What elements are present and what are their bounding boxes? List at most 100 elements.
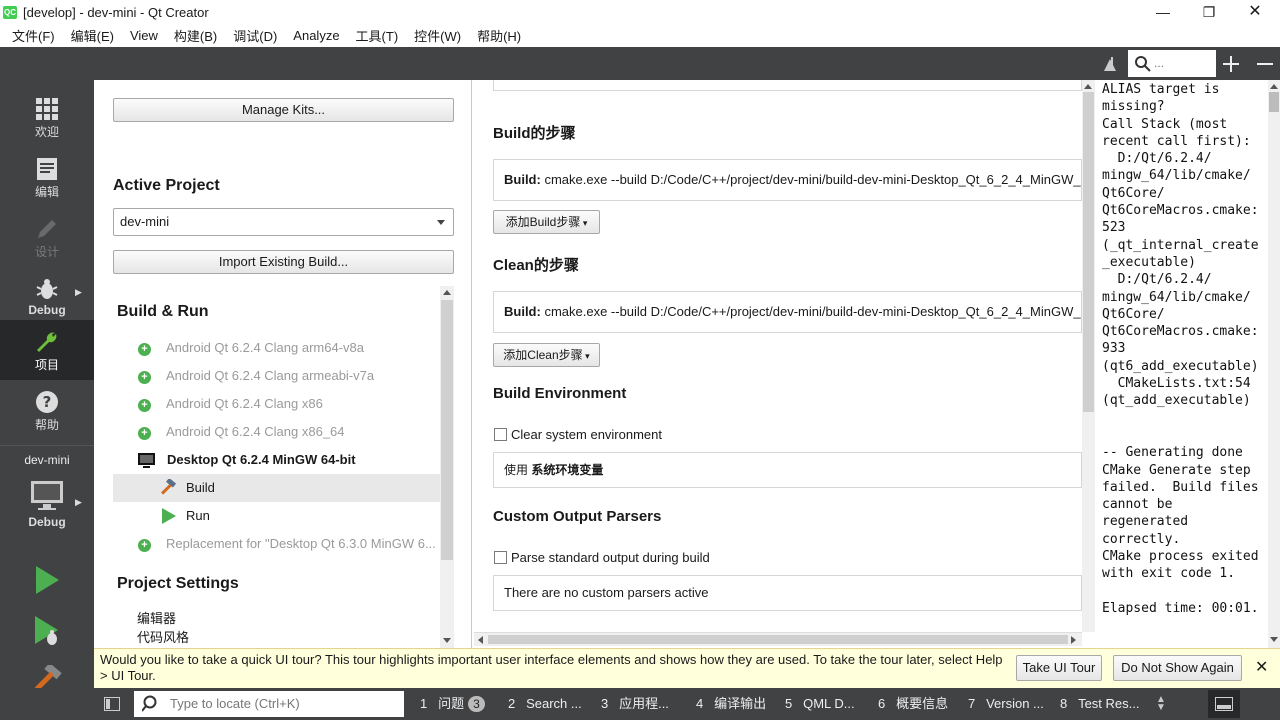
maximize-button[interactable]: ❐ — [1186, 0, 1232, 24]
main-vertical-scrollbar[interactable] — [1082, 80, 1095, 632]
add-clean-step-button[interactable]: 添加Clean步骤 ▾ — [493, 343, 600, 367]
kit-item[interactable]: + Replacement for "Desktop Qt 6.3.0 MinGW… — [135, 530, 436, 558]
output-tab-qml-debugger[interactable]: 5 QML D... — [785, 688, 855, 720]
scroll-up-icon[interactable] — [1270, 84, 1278, 89]
minimize-button[interactable]: — — [1140, 0, 1186, 24]
menu-analyze[interactable]: Analyze — [285, 28, 347, 43]
close-infobar-icon[interactable]: ✕ — [1255, 657, 1268, 677]
output-tab-compile[interactable]: 4 编译输出 — [696, 688, 766, 720]
menu-file[interactable]: 文件(F) — [4, 26, 63, 45]
divider — [0, 445, 94, 446]
settings-item-code-style[interactable]: 代码风格 — [137, 627, 189, 646]
toggle-output-pane-button[interactable] — [1208, 690, 1240, 718]
kit-item[interactable]: + Android Qt 6.2.4 Clang arm64-v8a — [135, 334, 364, 362]
menu-view[interactable]: View — [122, 28, 166, 43]
pencil-icon — [38, 220, 56, 238]
build-steps-title: Build的步骤 — [493, 125, 576, 142]
output-tab-application[interactable]: 3 应用程... — [601, 688, 669, 720]
compile-output-text: ALIAS target is missing? Call Stack (mos… — [1096, 80, 1268, 632]
run-button[interactable] — [0, 559, 94, 605]
manage-kits-button[interactable]: Manage Kits... — [113, 98, 454, 122]
project-combo-value: dev-mini — [120, 214, 170, 229]
mode-label: 编辑 — [34, 185, 59, 199]
plus-icon[interactable] — [1222, 55, 1240, 73]
close-window-button[interactable]: ✕ — [1232, 0, 1278, 24]
output-tab-issues[interactable]: 1 问题 3 — [420, 688, 485, 720]
search-icon — [1135, 56, 1151, 72]
kit-selector-button[interactable]: Debug ▶ — [0, 475, 94, 547]
hammer-icon — [161, 479, 177, 495]
mode-welcome[interactable]: 欢迎 — [0, 87, 94, 147]
do-not-show-again-button[interactable]: Do Not Show Again — [1113, 655, 1242, 681]
debug-run-icon — [35, 616, 58, 645]
help-icon: ? — [36, 391, 58, 413]
run-settings-item[interactable]: Run — [113, 502, 440, 530]
scroll-right-icon[interactable] — [1071, 636, 1076, 644]
environment-summary[interactable]: 使用 系统环境变量 — [493, 452, 1082, 488]
scroll-down-icon[interactable] — [443, 638, 451, 643]
menu-edit[interactable]: 编辑(E) — [63, 26, 122, 45]
debug-run-button[interactable] — [0, 609, 94, 655]
menu-build[interactable]: 构建(B) — [166, 26, 225, 45]
kit-item[interactable]: + Android Qt 6.2.4 Clang armeabi-v7a — [135, 362, 374, 390]
output-scrollbar[interactable] — [1268, 80, 1280, 648]
scroll-down-icon[interactable] — [1270, 637, 1278, 642]
output-tab-search[interactable]: 2 Search ... — [508, 688, 582, 720]
mode-design[interactable]: 设计 — [0, 207, 94, 267]
add-build-step-button[interactable]: 添加Build步骤 ▾ — [493, 210, 600, 234]
scroll-up-icon[interactable] — [443, 290, 451, 295]
mode-help[interactable]: ? 帮助 — [0, 380, 94, 440]
scroll-left-icon[interactable] — [478, 636, 483, 644]
more-tabs-icon[interactable]: ▲ ▼ — [1156, 695, 1166, 713]
svg-text:?: ? — [43, 393, 52, 411]
chevron-down-icon: ▾ — [580, 218, 588, 228]
scroll-up-icon[interactable] — [1084, 84, 1092, 89]
run-icon — [162, 508, 176, 524]
menu-tools[interactable]: 工具(T) — [348, 26, 407, 45]
menu-widgets[interactable]: 控件(W) — [406, 26, 469, 45]
parse-stdout-label: Parse standard output during build — [511, 550, 710, 565]
title-bar: QC [develop] - dev-mini - Qt Creator — ❐… — [0, 0, 1280, 24]
main-horizontal-scrollbar[interactable] — [474, 632, 1082, 646]
kit-item[interactable]: + Android Qt 6.2.4 Clang x86_64 — [135, 418, 345, 446]
clear-env-checkbox[interactable] — [494, 428, 507, 441]
output-tab-test-results[interactable]: 8 Test Res... — [1060, 688, 1140, 720]
scroll-thumb[interactable] — [488, 635, 1068, 644]
left-scrollbar[interactable] — [440, 286, 454, 648]
mode-label: 欢迎 — [34, 125, 59, 139]
build-settings-item[interactable]: Build — [113, 474, 440, 502]
add-kit-icon: + — [135, 423, 151, 440]
add-kit-icon: + — [135, 535, 151, 552]
projects-panel: Manage Kits... Active Project dev-mini I… — [94, 80, 472, 648]
mode-projects[interactable]: 项目 — [0, 320, 94, 380]
clean-step-summary[interactable]: Build: cmake.exe --build D:/Code/C++/pro… — [493, 291, 1082, 333]
output-tab-version-control[interactable]: 7 Version ... — [968, 688, 1044, 720]
document-icon — [37, 158, 57, 180]
take-ui-tour-button[interactable]: Take UI Tour — [1016, 655, 1102, 681]
locator-input[interactable]: Type to locate (Ctrl+K) — [134, 691, 404, 717]
scroll-thumb[interactable] — [1269, 92, 1279, 112]
scroll-thumb[interactable] — [1083, 92, 1094, 412]
wrench-icon — [37, 332, 57, 352]
kit-build-mode: Debug — [28, 515, 66, 529]
mode-debug[interactable]: Debug ▶ — [0, 267, 94, 327]
scroll-thumb[interactable] — [441, 300, 453, 560]
clear-output-icon[interactable] — [1102, 55, 1122, 73]
output-filter-input[interactable]: ... — [1128, 50, 1216, 77]
menu-help[interactable]: 帮助(H) — [469, 26, 529, 45]
mode-edit[interactable]: 编辑 — [0, 147, 94, 207]
parse-stdout-checkbox[interactable] — [494, 551, 507, 564]
build-step-summary[interactable]: Build: cmake.exe --build D:/Code/C++/pro… — [493, 159, 1082, 201]
active-kit-item[interactable]: Desktop Qt 6.2.4 MinGW 64-bit — [138, 446, 356, 474]
output-tab-general-messages[interactable]: 6 概要信息 — [878, 688, 948, 720]
settings-item-editor[interactable]: 编辑器 — [137, 608, 176, 627]
grid-icon — [36, 98, 58, 120]
toggle-sidebar-icon[interactable] — [104, 697, 120, 711]
minus-icon[interactable] — [1256, 55, 1274, 73]
kit-item[interactable]: + Android Qt 6.2.4 Clang x86 — [135, 390, 323, 418]
add-kit-icon: + — [135, 367, 151, 384]
import-build-button[interactable]: Import Existing Build... — [113, 250, 454, 274]
menu-debug[interactable]: 调试(D) — [225, 26, 285, 45]
project-combo[interactable]: dev-mini — [113, 208, 454, 236]
mode-label: 设计 — [34, 245, 59, 259]
